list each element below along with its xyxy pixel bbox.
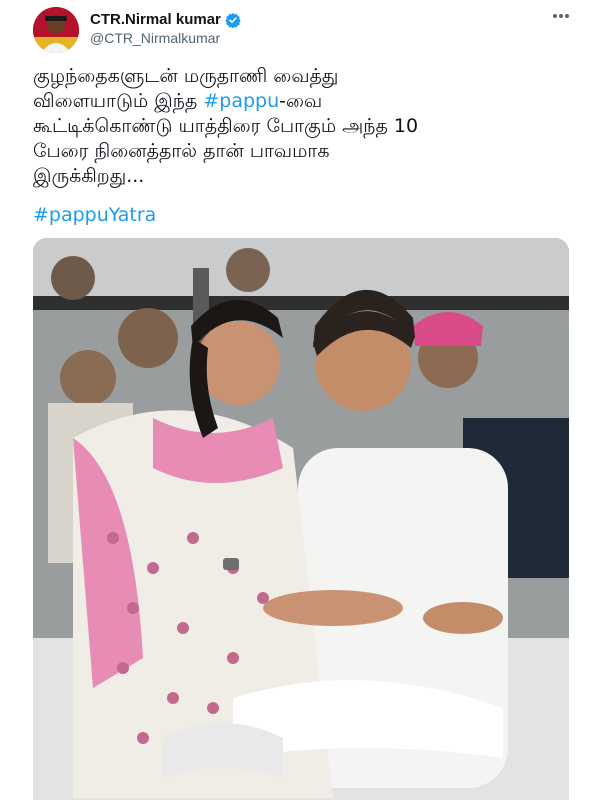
display-name[interactable]: CTR.Nirmal kumar — [90, 11, 221, 28]
tweet-line: விளையாடும் இந்த #pappu-வை — [33, 89, 573, 114]
avatar[interactable] — [33, 7, 79, 53]
verified-badge-icon — [225, 12, 241, 28]
more-options-icon[interactable] — [550, 6, 572, 26]
tweet-line: இருக்கிறது... — [33, 165, 145, 187]
profile-avatar-image — [33, 7, 79, 53]
hashtag-link[interactable]: #pappu — [203, 90, 279, 112]
tweet-media-photo[interactable] — [33, 238, 569, 800]
tweet-line: கூட்டிக்கொண்டு யாத்திரை போகும் அந்த 10 — [33, 115, 419, 137]
tweet-line: குழந்தைகளுடன் மருதாணி வைத்து — [33, 65, 339, 87]
tweet-text: குழந்தைகளுடன் மருதாணி வைத்து விளையாடும் … — [33, 64, 573, 189]
name-row: CTR.Nirmal kumar — [90, 11, 241, 28]
tweet-line-text: -வை — [279, 90, 323, 112]
user-handle[interactable]: @CTR_Nirmalkumar — [90, 30, 220, 46]
hashtag-link[interactable]: #pappuYatra — [33, 204, 156, 226]
tweet-card: CTR.Nirmal kumar @CTR_Nirmalkumar குழந்த… — [0, 0, 600, 800]
tweet-line: பேரை நினைத்தால் தான் பாவமாக — [33, 140, 330, 162]
photo-image — [33, 238, 569, 800]
tweet-line-text: விளையாடும் இந்த — [33, 90, 204, 112]
